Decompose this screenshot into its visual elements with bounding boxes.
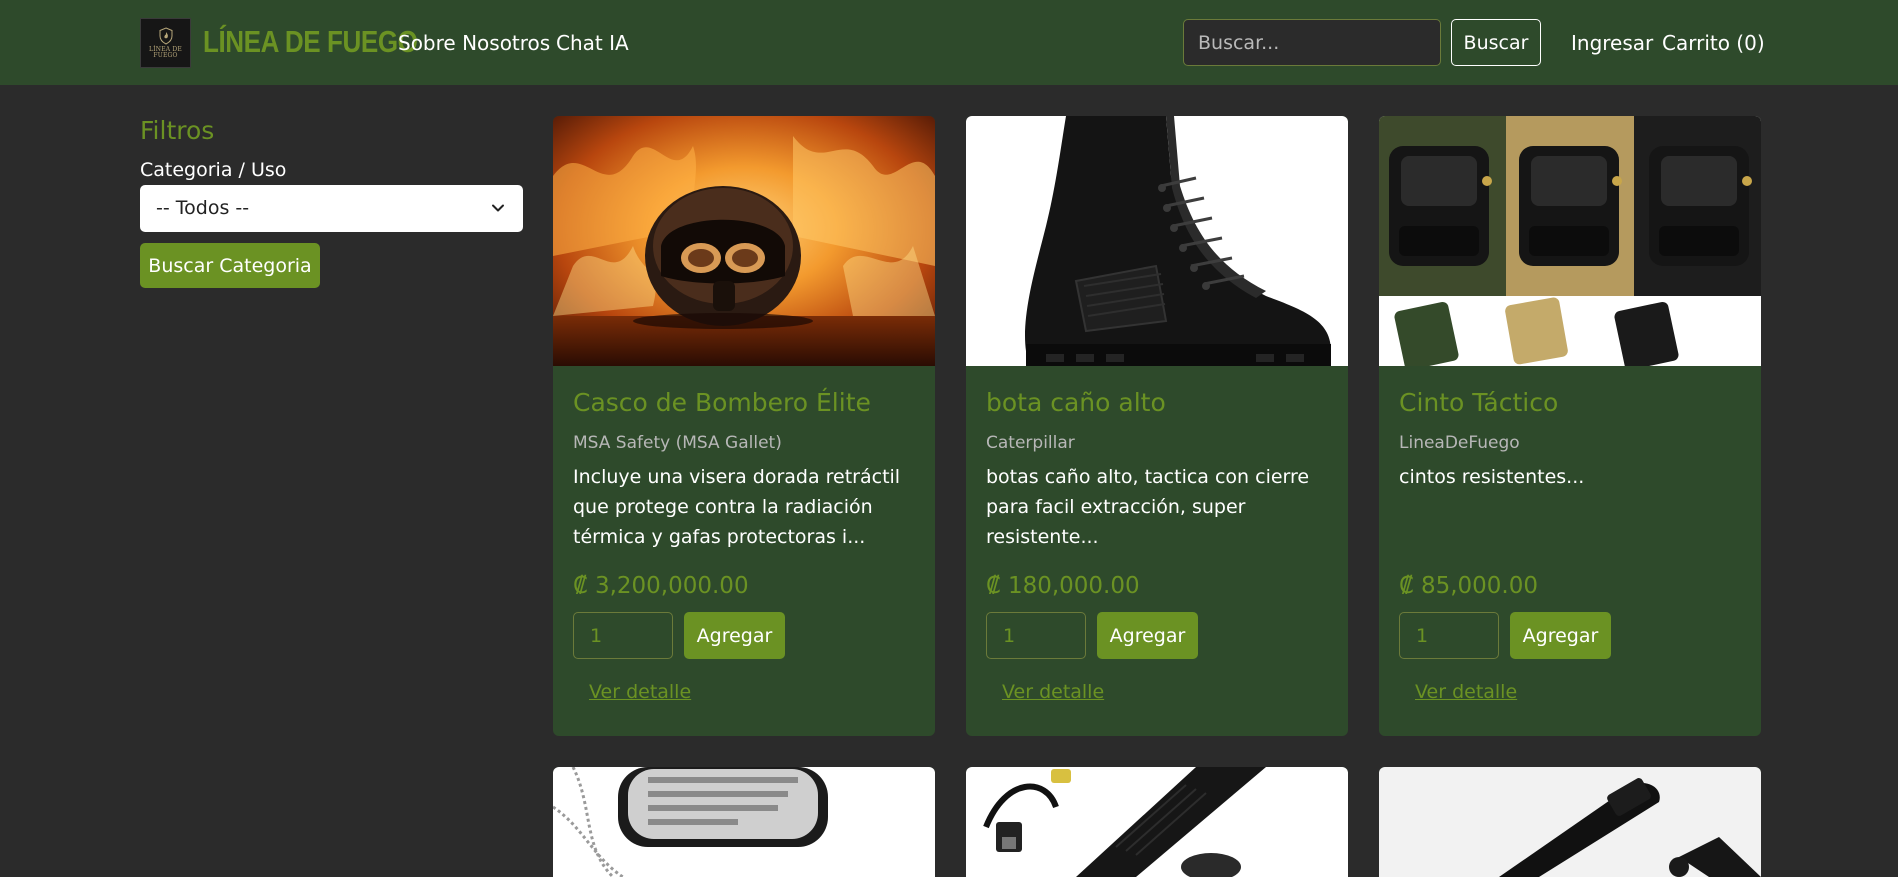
search-input[interactable] bbox=[1183, 19, 1441, 66]
dog-tags-icon bbox=[553, 767, 935, 877]
login-link[interactable]: Ingresar bbox=[1571, 30, 1653, 56]
search-category-button[interactable]: Buscar Categoria bbox=[140, 243, 320, 288]
quantity-input[interactable] bbox=[1399, 612, 1499, 659]
tactical-belts-icon bbox=[1379, 116, 1761, 366]
cart-link[interactable]: Carrito (0) bbox=[1662, 30, 1765, 56]
firefighter-helmet-in-flames-icon bbox=[553, 116, 935, 366]
product-price: ₡ 85,000.00 bbox=[1399, 573, 1538, 599]
chevron-down-icon bbox=[492, 204, 504, 212]
product-card: bota caño alto Caterpillar botas caño al… bbox=[966, 116, 1348, 736]
navbar: LÍNEA DE FUEGO LÍNEA DE FUEGO Sobre Noso… bbox=[0, 0, 1898, 85]
product-card bbox=[966, 767, 1348, 877]
filters-title: Filtros bbox=[140, 116, 215, 145]
category-select-value: -- Todos -- bbox=[156, 197, 250, 219]
quantity-input[interactable] bbox=[986, 612, 1086, 659]
add-to-cart-button[interactable]: Agregar bbox=[684, 612, 785, 659]
product-card: Casco de Bombero Élite MSA Safety (MSA G… bbox=[553, 116, 935, 736]
view-detail-link[interactable]: Ver detalle bbox=[1415, 679, 1517, 705]
product-image[interactable] bbox=[966, 116, 1348, 366]
add-to-cart-button[interactable]: Agregar bbox=[1510, 612, 1611, 659]
logo-text: LÍNEA DE FUEGO bbox=[149, 47, 182, 59]
product-brand: Caterpillar bbox=[986, 433, 1075, 453]
view-detail-link[interactable]: Ver detalle bbox=[1002, 679, 1104, 705]
product-card: Cinto Táctico LineaDeFuego cintos resist… bbox=[1379, 116, 1761, 736]
product-image[interactable] bbox=[1379, 767, 1761, 877]
product-name[interactable]: bota caño alto bbox=[986, 386, 1166, 420]
nav-link-chat-ia[interactable]: Chat IA bbox=[556, 30, 629, 56]
product-price: ₡ 180,000.00 bbox=[986, 573, 1140, 599]
product-brand: LineaDeFuego bbox=[1399, 433, 1520, 453]
product-description: Incluye una visera dorada retráctil que … bbox=[573, 466, 901, 548]
product-description: cintos resistentes... bbox=[1399, 466, 1585, 488]
flashlight-icon bbox=[966, 767, 1348, 877]
shield-flame-icon bbox=[159, 27, 172, 45]
product-name[interactable]: Casco de Bombero Élite bbox=[573, 386, 871, 420]
product-card bbox=[553, 767, 935, 877]
baton-icon bbox=[1379, 767, 1761, 877]
product-image[interactable] bbox=[966, 767, 1348, 877]
quantity-input[interactable] bbox=[573, 612, 673, 659]
black-tactical-boot-icon bbox=[966, 116, 1348, 366]
view-detail-link[interactable]: Ver detalle bbox=[589, 679, 691, 705]
nav-link-sobre-nosotros[interactable]: Sobre Nosotros bbox=[398, 30, 550, 56]
product-image[interactable] bbox=[553, 767, 935, 877]
search-button[interactable]: Buscar bbox=[1451, 19, 1541, 66]
product-name[interactable]: Cinto Táctico bbox=[1399, 386, 1558, 420]
product-image[interactable] bbox=[1379, 116, 1761, 366]
logo[interactable]: LÍNEA DE FUEGO bbox=[140, 18, 191, 68]
add-to-cart-button[interactable]: Agregar bbox=[1097, 612, 1198, 659]
category-select[interactable]: -- Todos -- bbox=[140, 185, 523, 232]
product-image[interactable] bbox=[553, 116, 935, 366]
product-card bbox=[1379, 767, 1761, 877]
product-price: ₡ 3,200,000.00 bbox=[573, 573, 749, 599]
brand-name[interactable]: LÍNEA DE FUEGO bbox=[203, 20, 418, 64]
logo-text-line2: FUEGO bbox=[153, 52, 178, 59]
product-description: botas caño alto, tactica con cierre para… bbox=[986, 466, 1310, 548]
category-label: Categoria / Uso bbox=[140, 159, 287, 181]
product-brand: MSA Safety (MSA Gallet) bbox=[573, 433, 782, 453]
